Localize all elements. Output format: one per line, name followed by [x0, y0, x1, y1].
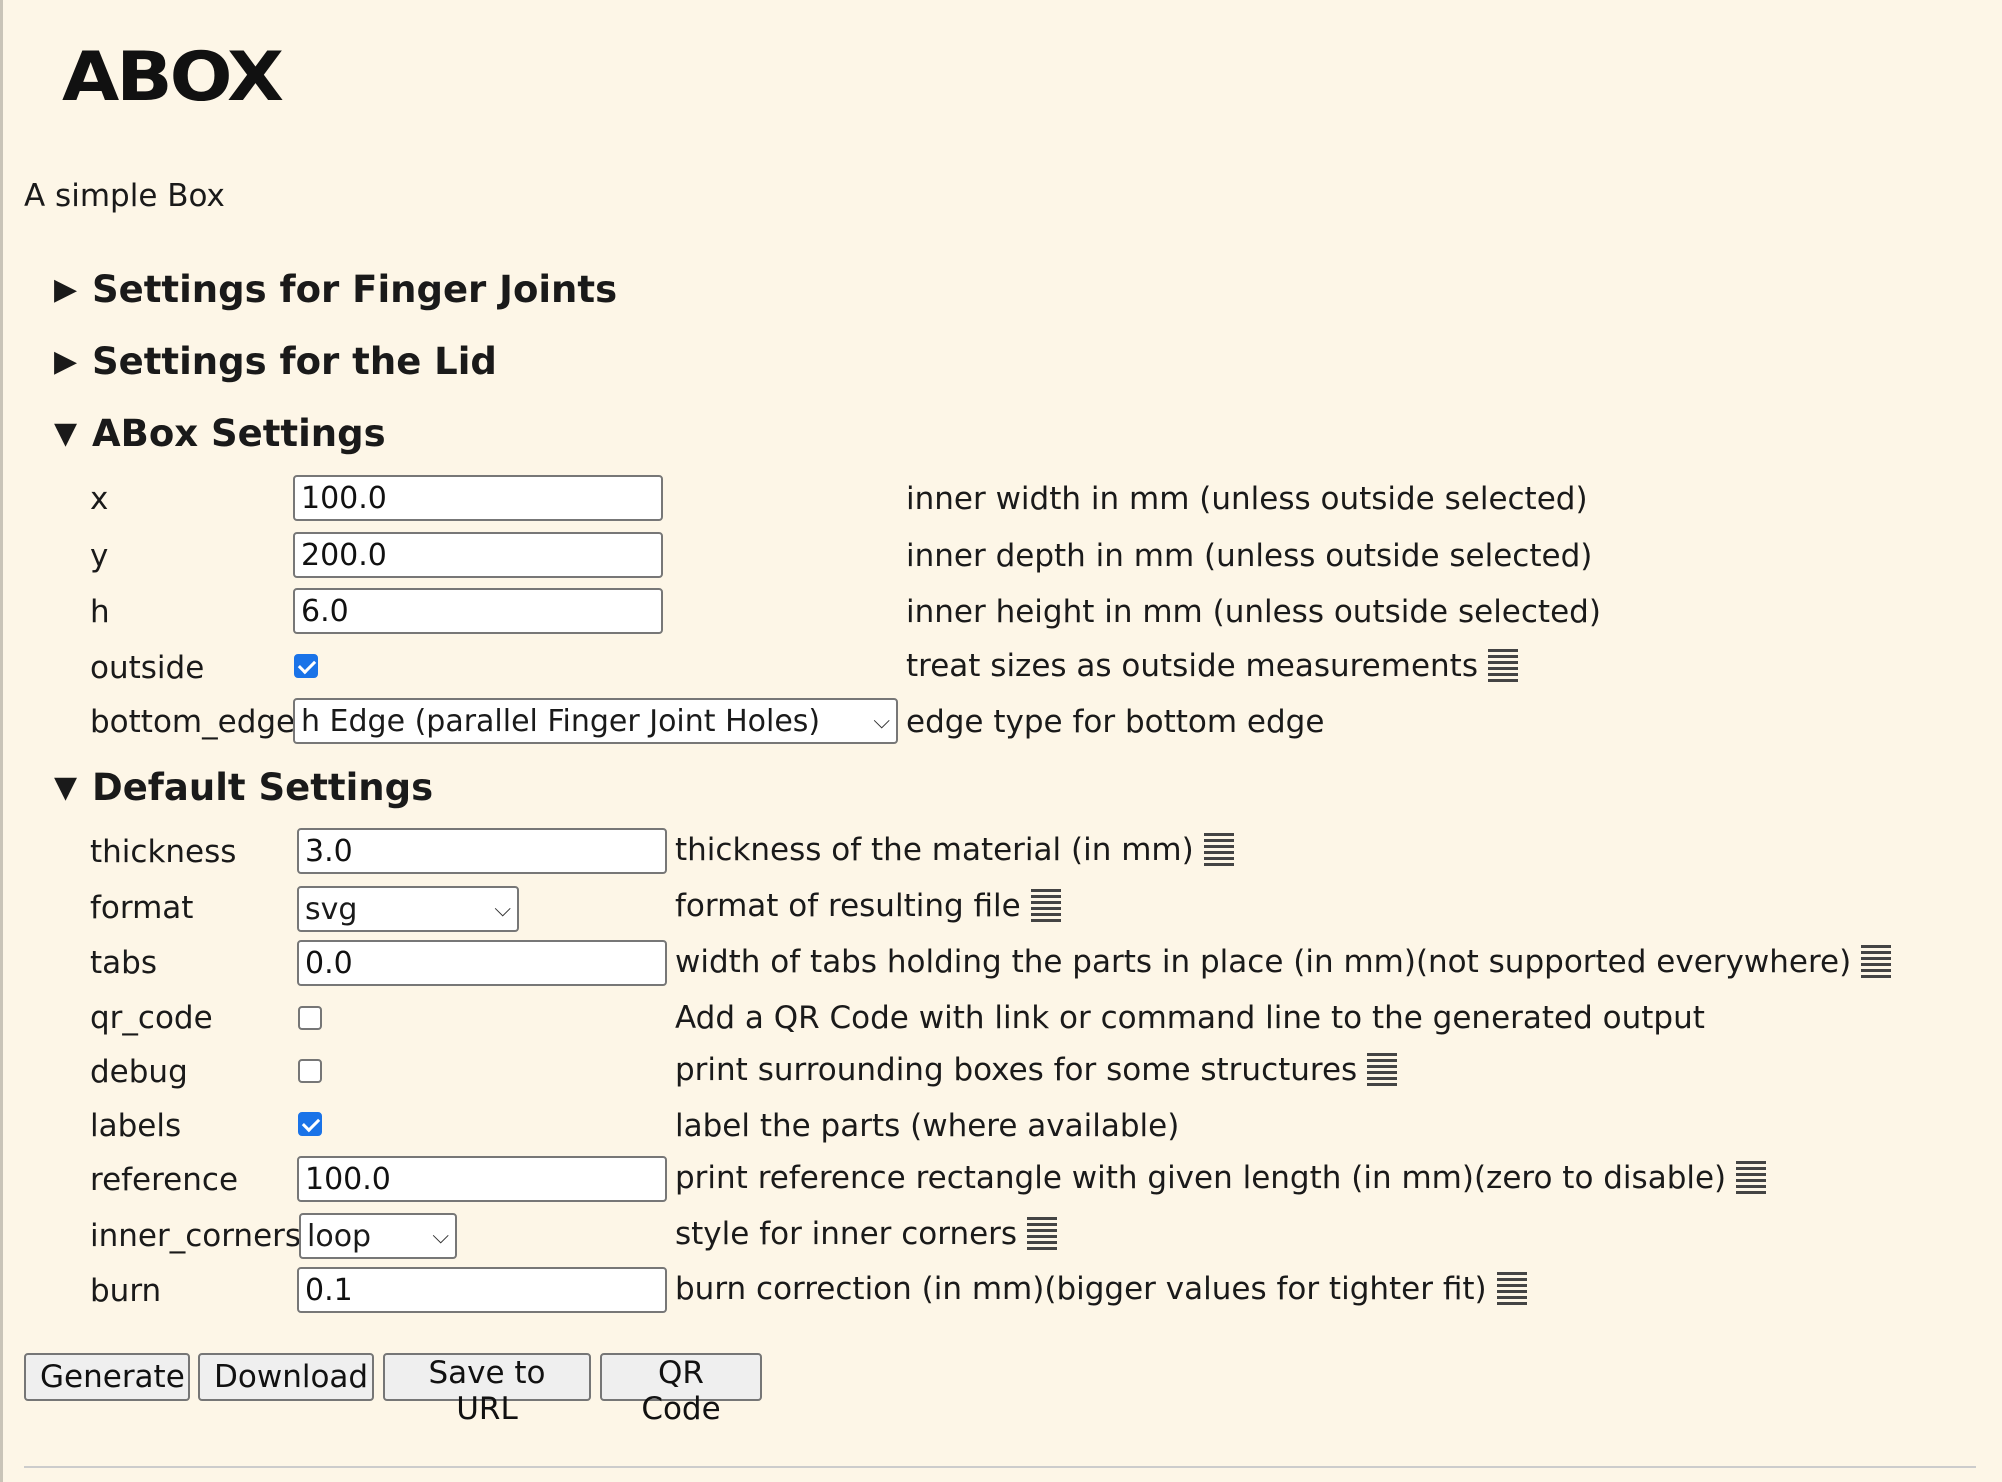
checkbox-outside[interactable]: [294, 654, 318, 678]
desc-format: format of resulting file: [675, 888, 1061, 924]
desc-qr-code: Add a QR Code with link or command line …: [675, 1000, 1705, 1036]
desc-outside: treat sizes as outside measurements: [906, 648, 1518, 684]
input-tabs[interactable]: [297, 940, 667, 986]
save-to-url-button[interactable]: Save to URL: [383, 1353, 591, 1427]
download-button[interactable]: Download: [198, 1353, 374, 1401]
select-value: svg: [305, 891, 358, 927]
help-lines-icon[interactable]: [1367, 1053, 1398, 1087]
help-lines-icon[interactable]: [1487, 649, 1518, 683]
page-subtitle: A simple Box: [24, 178, 225, 214]
input-h[interactable]: [293, 588, 663, 634]
section-title: Settings for Finger Joints: [92, 268, 618, 311]
help-lines-icon[interactable]: [1736, 1161, 1767, 1195]
section-title: ABox Settings: [92, 412, 386, 455]
desc-x: inner width in mm (unless outside select…: [906, 481, 1588, 517]
select-format[interactable]: svg ⌵: [297, 886, 519, 932]
select-inner-corners[interactable]: loop ⌵: [299, 1213, 457, 1259]
collapse-triangle-icon: ▼: [54, 770, 78, 805]
section-title: Settings for the Lid: [92, 340, 497, 383]
section-finger-joints[interactable]: ▶ Settings for Finger Joints: [54, 268, 617, 311]
select-value: h Edge (parallel Finger Joint Holes): [301, 703, 821, 739]
help-lines-icon[interactable]: [1027, 1217, 1058, 1251]
label-thickness: thickness: [90, 834, 237, 870]
desc-reference-text: print reference rectangle with given len…: [675, 1160, 1727, 1196]
desc-reference: print reference rectangle with given len…: [675, 1160, 1767, 1196]
label-labels: labels: [90, 1108, 182, 1144]
desc-burn: burn correction (in mm)(bigger values fo…: [675, 1271, 1527, 1307]
input-x[interactable]: [293, 475, 663, 521]
desc-tabs: width of tabs holding the parts in place…: [675, 944, 1892, 980]
label-h: h: [90, 594, 110, 630]
desc-thickness: thickness of the material (in mm): [675, 832, 1234, 868]
desc-inner-corners-text: style for inner corners: [675, 1216, 1018, 1252]
divider: [24, 1466, 1976, 1468]
help-lines-icon[interactable]: [1861, 945, 1892, 979]
section-abox-settings[interactable]: ▼ ABox Settings: [54, 412, 386, 455]
desc-y: inner depth in mm (unless outside select…: [906, 538, 1593, 574]
app-logo: ABOX: [62, 37, 284, 117]
desc-debug-text: print surrounding boxes for some structu…: [675, 1052, 1358, 1088]
help-lines-icon[interactable]: [1203, 833, 1234, 867]
collapse-triangle-icon: ▼: [54, 416, 78, 451]
desc-h: inner height in mm (unless outside selec…: [906, 594, 1601, 630]
desc-debug: print surrounding boxes for some structu…: [675, 1052, 1398, 1088]
chevron-down-icon: ⌵: [432, 1223, 449, 1249]
label-bottom-edge: bottom_edge: [90, 704, 296, 740]
chevron-down-icon: ⌵: [494, 896, 511, 922]
qr-code-button[interactable]: QR Code: [600, 1353, 762, 1427]
input-y[interactable]: [293, 532, 663, 578]
expand-triangle-icon: ▶: [54, 272, 78, 307]
desc-outside-text: treat sizes as outside measurements: [906, 648, 1478, 684]
section-title: Default Settings: [92, 766, 434, 809]
desc-tabs-text: width of tabs holding the parts in place…: [675, 944, 1852, 980]
label-y: y: [90, 538, 109, 574]
generate-button[interactable]: Generate: [24, 1353, 190, 1401]
label-debug: debug: [90, 1054, 188, 1090]
label-tabs: tabs: [90, 945, 157, 981]
help-lines-icon[interactable]: [1030, 889, 1061, 923]
label-outside: outside: [90, 650, 205, 686]
input-thickness[interactable]: [297, 828, 667, 874]
page-left-border: [0, 0, 3, 1482]
input-burn[interactable]: [297, 1267, 667, 1313]
section-lid[interactable]: ▶ Settings for the Lid: [54, 340, 497, 383]
desc-labels: label the parts (where available): [675, 1108, 1180, 1144]
desc-bottom-edge: edge type for bottom edge: [906, 704, 1325, 740]
checkbox-labels[interactable]: [298, 1112, 322, 1136]
label-x: x: [90, 481, 109, 517]
chevron-down-icon: ⌵: [873, 708, 890, 734]
desc-inner-corners: style for inner corners: [675, 1216, 1058, 1252]
checkbox-debug[interactable]: [298, 1059, 322, 1083]
label-inner-corners: inner_corners: [90, 1218, 302, 1254]
input-reference[interactable]: [297, 1156, 667, 1202]
desc-format-text: format of resulting file: [675, 888, 1021, 924]
label-qr-code: qr_code: [90, 1000, 213, 1036]
select-value: loop: [307, 1218, 372, 1254]
desc-burn-text: burn correction (in mm)(bigger values fo…: [675, 1271, 1487, 1307]
label-reference: reference: [90, 1162, 239, 1198]
help-lines-icon[interactable]: [1496, 1272, 1527, 1306]
section-default-settings[interactable]: ▼ Default Settings: [54, 766, 433, 809]
desc-thickness-text: thickness of the material (in mm): [675, 832, 1194, 868]
expand-triangle-icon: ▶: [54, 344, 78, 379]
label-burn: burn: [90, 1273, 162, 1309]
checkbox-qr-code[interactable]: [298, 1006, 322, 1030]
select-bottom-edge[interactable]: h Edge (parallel Finger Joint Holes) ⌵: [293, 698, 898, 744]
label-format: format: [90, 890, 194, 926]
